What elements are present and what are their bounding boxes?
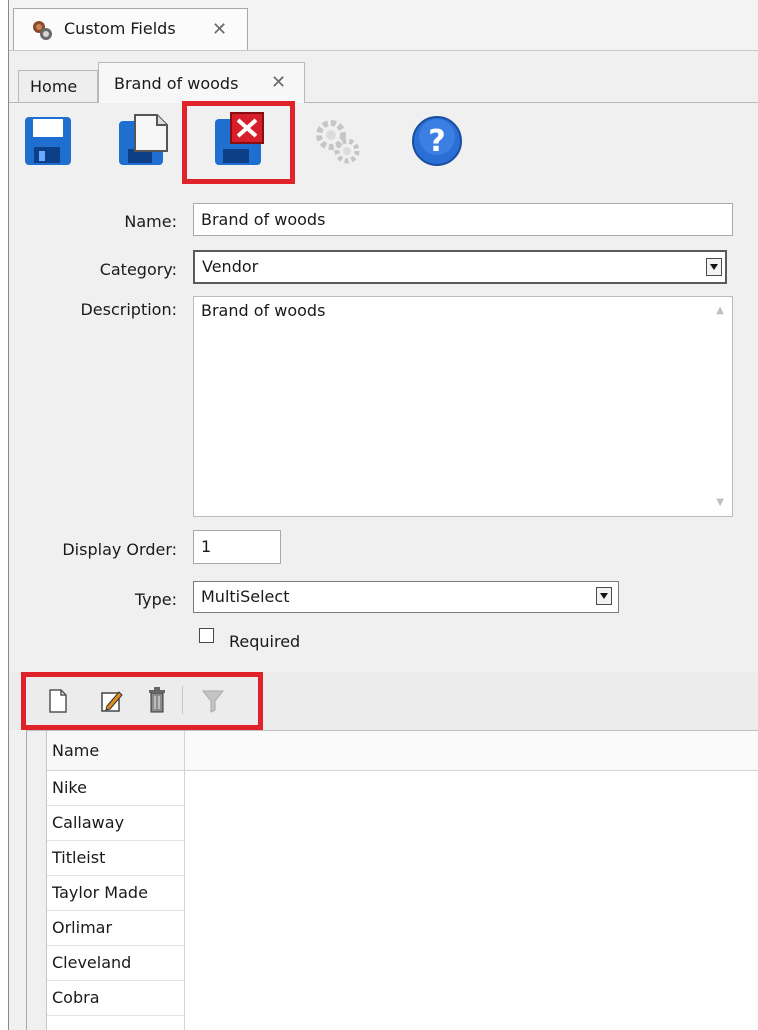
category-value: Vendor: [202, 257, 259, 276]
cell-name: Callaway: [52, 813, 125, 832]
column-header-name[interactable]: Name: [47, 731, 185, 771]
new-icon[interactable]: [47, 688, 69, 718]
chevron-down-icon[interactable]: [596, 587, 612, 605]
save-and-close-button[interactable]: [209, 111, 269, 171]
values-grid: Name Nike Callaway Titleist Taylor Made …: [26, 730, 758, 1030]
filter-icon[interactable]: [201, 688, 225, 718]
cell-name: Titleist: [52, 848, 106, 867]
chevron-down-icon[interactable]: [706, 258, 722, 276]
cell-name: Nike: [52, 778, 87, 797]
save-icon: [25, 117, 71, 165]
type-select[interactable]: MultiSelect: [193, 581, 619, 613]
table-row[interactable]: Orlimar: [47, 911, 185, 946]
tab-home[interactable]: Home: [18, 70, 98, 102]
gears-icon: [316, 120, 360, 164]
custom-fields-app-icon: [30, 19, 54, 41]
description-value: Brand of woods: [201, 301, 326, 320]
table-row[interactable]: Nike: [47, 771, 185, 806]
table-row[interactable]: Cleveland: [47, 946, 185, 981]
delete-icon[interactable]: [147, 686, 167, 718]
table-row[interactable]: Taylor Made: [47, 876, 185, 911]
edit-icon[interactable]: [99, 688, 123, 718]
tab-brand-of-woods[interactable]: Brand of woods ✕: [98, 62, 305, 103]
custom-fields-window: Custom Fields ✕ Home Brand of woods ✕ ? …: [8, 0, 758, 1030]
name-label: Name:: [124, 212, 177, 231]
table-row[interactable]: Cobra: [47, 981, 185, 1016]
window-tab-label: Custom Fields: [64, 19, 176, 38]
description-label: Description:: [80, 300, 177, 319]
table-row[interactable]: [47, 1016, 185, 1030]
column-header-label: Name: [52, 741, 100, 760]
close-icon[interactable]: ✕: [271, 72, 286, 93]
type-label: Type:: [134, 590, 177, 609]
document-tab-bar: Home Brand of woods ✕: [9, 62, 758, 103]
svg-text:?: ?: [428, 124, 445, 159]
cell-name: Cobra: [52, 988, 100, 1007]
grid-row-indicator-column: [27, 731, 47, 1030]
table-row[interactable]: Callaway: [47, 806, 185, 841]
window-tab-bar: Custom Fields ✕: [9, 0, 758, 51]
required-checkbox[interactable]: [199, 628, 214, 643]
help-icon: ?: [412, 116, 462, 166]
tab-brand-label: Brand of woods: [114, 74, 239, 93]
tab-home-label: Home: [30, 77, 78, 96]
category-label: Category:: [99, 260, 177, 279]
cell-name: Cleveland: [52, 953, 132, 972]
category-select[interactable]: Vendor: [193, 250, 727, 284]
window-tab-custom-fields[interactable]: Custom Fields ✕: [13, 8, 248, 50]
display-order-field[interactable]: 1: [193, 530, 281, 564]
close-icon[interactable]: ✕: [212, 19, 227, 40]
name-field[interactable]: Brand of woods: [193, 203, 733, 236]
scroll-up-icon[interactable]: ▲: [716, 305, 724, 316]
gears-button[interactable]: [309, 113, 369, 173]
grid-toolbar: [9, 672, 758, 730]
required-label: Required: [229, 632, 301, 651]
save-as-button[interactable]: [113, 111, 173, 171]
help-button[interactable]: ?: [407, 111, 467, 171]
scroll-down-icon[interactable]: ▼: [716, 497, 724, 508]
description-field[interactable]: Brand of woods ▲ ▼: [193, 296, 733, 517]
table-row[interactable]: Titleist: [47, 841, 185, 876]
save-as-icon: [119, 114, 168, 165]
main-toolbar: ?: [9, 101, 758, 184]
cell-name: Orlimar: [52, 918, 113, 937]
type-value: MultiSelect: [201, 587, 290, 606]
display-order-label: Display Order:: [62, 540, 177, 559]
column-header-filler: [185, 731, 758, 771]
save-and-close-icon: [215, 112, 264, 165]
cell-name: Taylor Made: [52, 883, 148, 902]
toolbar-divider: [182, 686, 183, 714]
save-button[interactable]: [19, 111, 79, 171]
